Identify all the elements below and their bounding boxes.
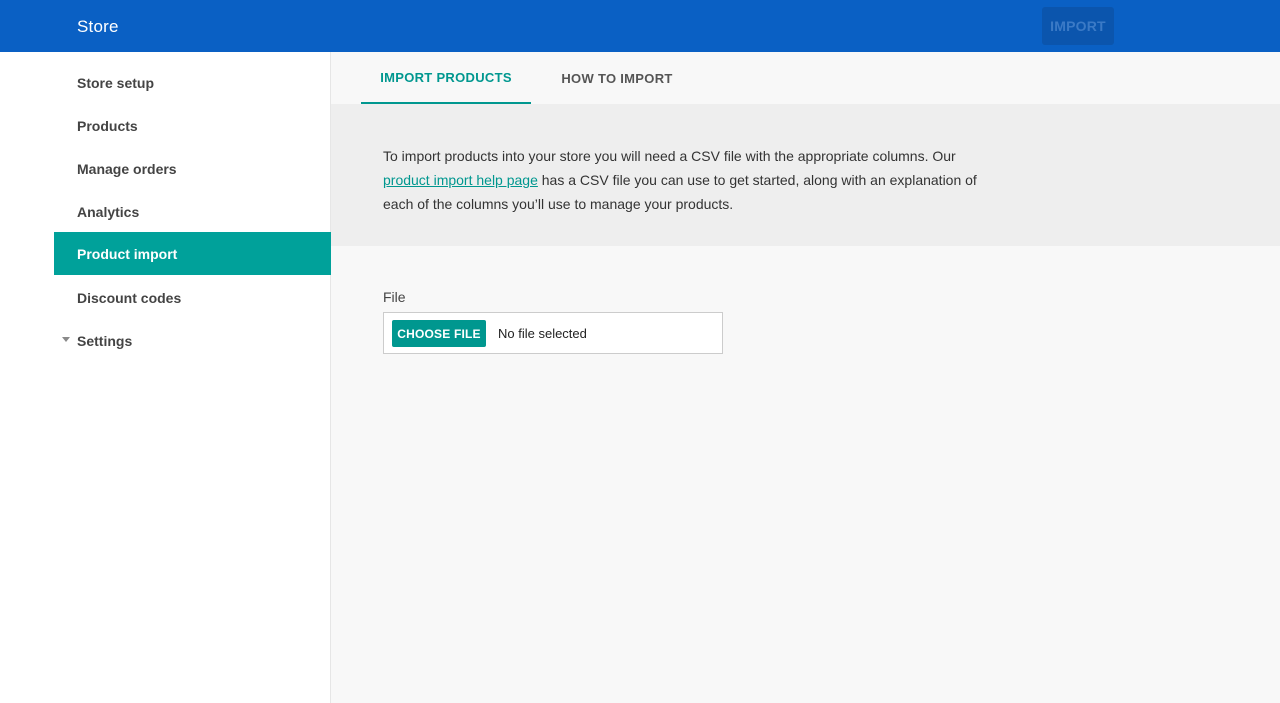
file-status: No file selected: [498, 326, 587, 341]
file-label: File: [383, 289, 406, 305]
choose-file-button[interactable]: CHOOSE FILE: [392, 320, 486, 347]
sidebar-item-product-import[interactable]: Product import: [54, 232, 331, 275]
tab-import-products[interactable]: IMPORT PRODUCTS: [361, 52, 531, 104]
help-page-link[interactable]: product import help page: [383, 172, 538, 188]
sidebar-item-manage-orders[interactable]: Manage orders: [54, 147, 331, 190]
sidebar-item-discount-codes[interactable]: Discount codes: [54, 276, 331, 319]
import-instructions: To import products into your store you w…: [383, 144, 993, 216]
caret-down-icon[interactable]: [62, 337, 70, 342]
sidebar-item-settings[interactable]: Settings: [54, 319, 331, 362]
tab-how-to-import[interactable]: HOW TO IMPORT: [547, 52, 687, 104]
main-content: IMPORT PRODUCTS HOW TO IMPORT To import …: [331, 52, 1280, 703]
sidebar-item-analytics[interactable]: Analytics: [54, 190, 331, 233]
tab-bar: IMPORT PRODUCTS HOW TO IMPORT: [331, 52, 1280, 104]
sidebar-item-products[interactable]: Products: [54, 104, 331, 147]
app-header: Store IMPORT: [0, 0, 1280, 52]
import-button[interactable]: IMPORT: [1042, 7, 1114, 45]
sidebar-item-label: Settings: [77, 332, 133, 349]
app-title: Store: [77, 17, 119, 36]
sidebar: Store setup Products Manage orders Analy…: [0, 52, 331, 703]
sidebar-item-store-setup[interactable]: Store setup: [54, 61, 331, 104]
instructions-text-start: To import products into your store you w…: [383, 148, 956, 164]
file-input[interactable]: CHOOSE FILE No file selected: [383, 312, 723, 354]
import-info-panel: To import products into your store you w…: [331, 104, 1280, 246]
